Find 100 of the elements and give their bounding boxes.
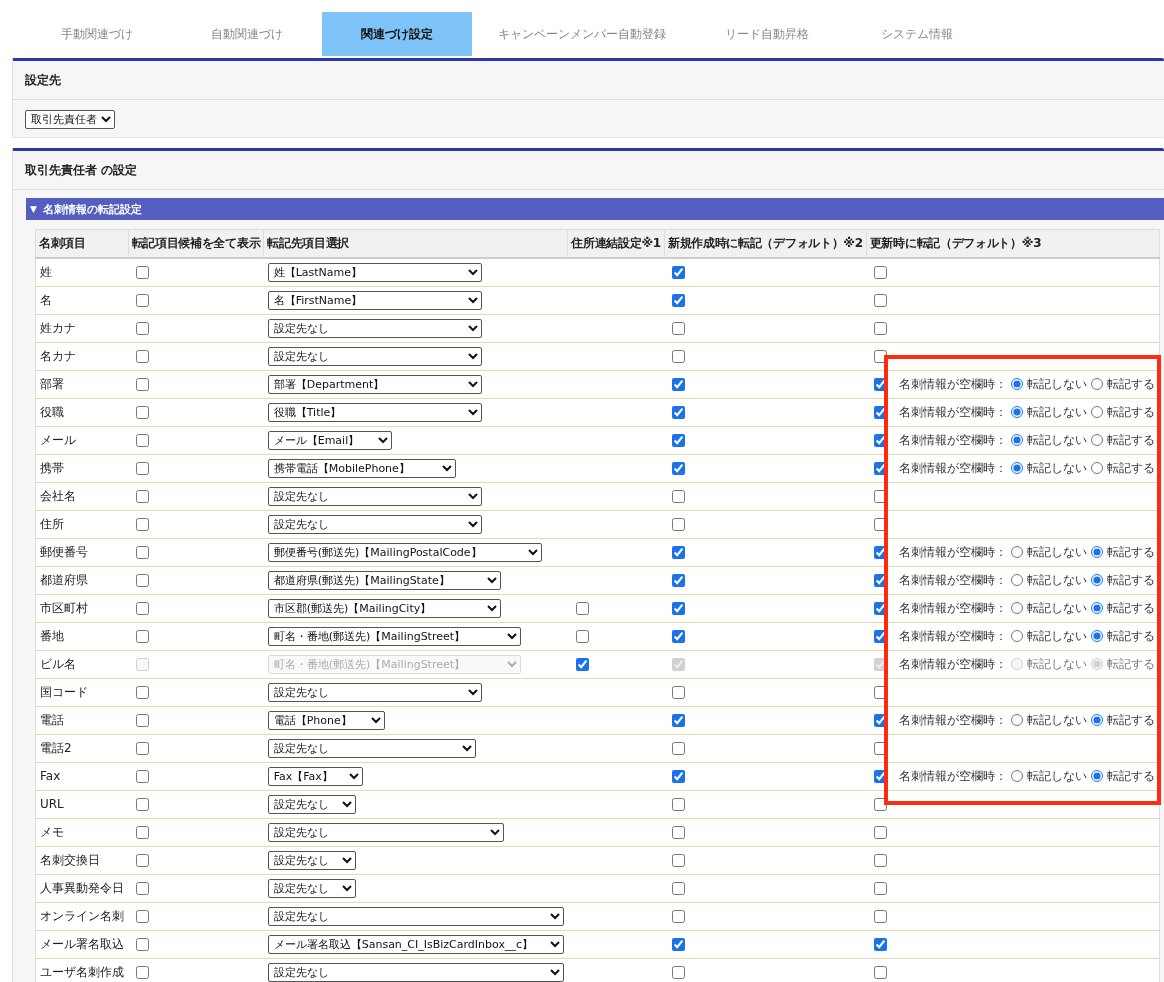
radio-button[interactable]	[1091, 770, 1104, 782]
radio-button[interactable]	[1091, 462, 1104, 474]
tab[interactable]: リード自動昇格	[692, 12, 842, 56]
new-default-checkbox[interactable]	[672, 882, 686, 895]
show-all-checkbox[interactable]	[136, 798, 149, 811]
show-all-checkbox[interactable]	[136, 966, 149, 979]
target-select[interactable]: 名【FirstName】	[267, 290, 482, 310]
new-default-checkbox[interactable]	[672, 266, 686, 280]
radio-button[interactable]	[1091, 546, 1104, 558]
update-default-checkbox[interactable]	[874, 265, 888, 279]
target-select[interactable]: メール【Email】	[267, 430, 392, 450]
show-all-checkbox[interactable]	[136, 434, 149, 447]
target-select[interactable]: 設定先なし	[267, 962, 564, 982]
radio-button[interactable]	[1011, 434, 1024, 446]
show-all-checkbox[interactable]	[136, 882, 149, 895]
tab[interactable]: 手動関連づけ	[22, 12, 172, 56]
show-all-checkbox[interactable]	[136, 546, 149, 559]
new-default-checkbox[interactable]	[672, 798, 686, 811]
new-default-checkbox[interactable]	[672, 854, 686, 867]
show-all-checkbox[interactable]	[136, 910, 149, 923]
radio-button[interactable]	[1091, 406, 1104, 418]
update-default-checkbox[interactable]	[874, 293, 888, 307]
new-default-checkbox[interactable]	[672, 686, 686, 699]
radio-button[interactable]	[1011, 714, 1024, 726]
show-all-checkbox[interactable]	[136, 938, 149, 951]
target-select[interactable]: 設定先なし	[267, 346, 482, 366]
address-link-checkbox[interactable]	[575, 630, 589, 643]
radio-button[interactable]	[1091, 574, 1104, 586]
show-all-checkbox[interactable]	[136, 770, 149, 783]
show-all-checkbox[interactable]	[136, 518, 149, 531]
show-all-checkbox[interactable]	[136, 602, 149, 615]
target-select[interactable]: 郵便番号(郵送先)【MailingPostalCode】	[267, 542, 542, 562]
update-default-checkbox[interactable]	[874, 881, 888, 895]
new-default-checkbox[interactable]	[672, 770, 686, 783]
radio-button[interactable]	[1011, 378, 1024, 390]
target-select[interactable]: 設定先なし	[267, 794, 356, 814]
new-default-checkbox[interactable]	[672, 350, 686, 363]
radio-button[interactable]	[1011, 602, 1024, 614]
show-all-checkbox[interactable]	[136, 378, 149, 391]
update-default-checkbox[interactable]	[874, 909, 888, 923]
target-select[interactable]: Fax【Fax】	[267, 766, 363, 786]
new-default-checkbox[interactable]	[672, 546, 686, 559]
show-all-checkbox[interactable]	[136, 294, 149, 307]
show-all-checkbox[interactable]	[136, 406, 149, 419]
radio-button[interactable]	[1011, 770, 1024, 782]
new-default-checkbox[interactable]	[672, 602, 686, 615]
target-select[interactable]: 設定先なし	[267, 822, 504, 842]
show-all-checkbox[interactable]	[136, 490, 149, 503]
target-select[interactable]: 設定先なし	[267, 682, 482, 702]
target-select[interactable]: 設定先なし	[267, 486, 482, 506]
new-default-checkbox[interactable]	[672, 322, 686, 335]
target-select[interactable]: 市区郡(郵送先)【MailingCity】	[267, 598, 501, 618]
radio-button[interactable]	[1091, 378, 1104, 390]
update-default-checkbox[interactable]	[874, 797, 888, 811]
target-select[interactable]: 町名・番地(郵送先)【MailingStreet】	[267, 626, 521, 646]
new-default-checkbox[interactable]	[672, 714, 686, 727]
tab[interactable]: 関連づけ設定	[322, 12, 472, 56]
update-default-checkbox[interactable]	[874, 965, 888, 979]
tab[interactable]: システム情報	[842, 12, 992, 56]
target-select[interactable]: 役職【Title】	[267, 402, 482, 422]
target-select[interactable]: 設定先なし	[267, 738, 476, 758]
radio-button[interactable]	[1091, 434, 1104, 446]
radio-button[interactable]	[1011, 574, 1024, 586]
target-select[interactable]: 取引先責任者	[25, 110, 115, 129]
new-default-checkbox[interactable]	[672, 378, 686, 391]
section-header[interactable]: ▼ 名刺情報の転記設定	[26, 198, 1164, 220]
show-all-checkbox[interactable]	[136, 630, 149, 643]
new-default-checkbox[interactable]	[672, 490, 686, 503]
target-select[interactable]: 設定先なし	[267, 318, 482, 338]
collapse-toggle[interactable]: ▼	[30, 204, 37, 214]
new-default-checkbox[interactable]	[672, 966, 686, 979]
radio-button[interactable]	[1011, 630, 1024, 642]
target-select[interactable]: 都道府県(郵送先)【MailingState】	[267, 570, 501, 590]
radio-button[interactable]	[1091, 602, 1104, 614]
tab[interactable]: キャンペーンメンバー自動登録	[472, 12, 692, 56]
show-all-checkbox[interactable]	[136, 854, 149, 867]
target-select[interactable]: 部署【Department】	[267, 374, 482, 394]
target-select[interactable]: 設定先なし	[267, 878, 356, 898]
show-all-checkbox[interactable]	[136, 350, 149, 363]
new-default-checkbox[interactable]	[672, 910, 686, 923]
new-default-checkbox[interactable]	[672, 294, 686, 307]
target-select[interactable]: 設定先なし	[267, 514, 482, 534]
radio-button[interactable]	[1011, 462, 1024, 474]
update-default-checkbox[interactable]	[874, 825, 888, 839]
tab[interactable]: 自動関連づけ	[172, 12, 322, 56]
new-default-checkbox[interactable]	[672, 434, 686, 447]
address-link-checkbox[interactable]	[575, 658, 589, 671]
new-default-checkbox[interactable]	[672, 518, 686, 531]
show-all-checkbox[interactable]	[136, 574, 149, 587]
show-all-checkbox[interactable]	[136, 826, 149, 839]
new-default-checkbox[interactable]	[672, 574, 686, 587]
radio-button[interactable]	[1091, 714, 1104, 726]
target-select[interactable]: 設定先なし	[267, 906, 564, 926]
show-all-checkbox[interactable]	[136, 322, 149, 335]
show-all-checkbox[interactable]	[136, 266, 149, 280]
show-all-checkbox[interactable]	[136, 714, 149, 727]
target-select[interactable]: 電話【Phone】	[267, 710, 385, 730]
target-select[interactable]: 設定先なし	[267, 850, 356, 870]
show-all-checkbox[interactable]	[136, 686, 149, 699]
new-default-checkbox[interactable]	[672, 462, 686, 475]
